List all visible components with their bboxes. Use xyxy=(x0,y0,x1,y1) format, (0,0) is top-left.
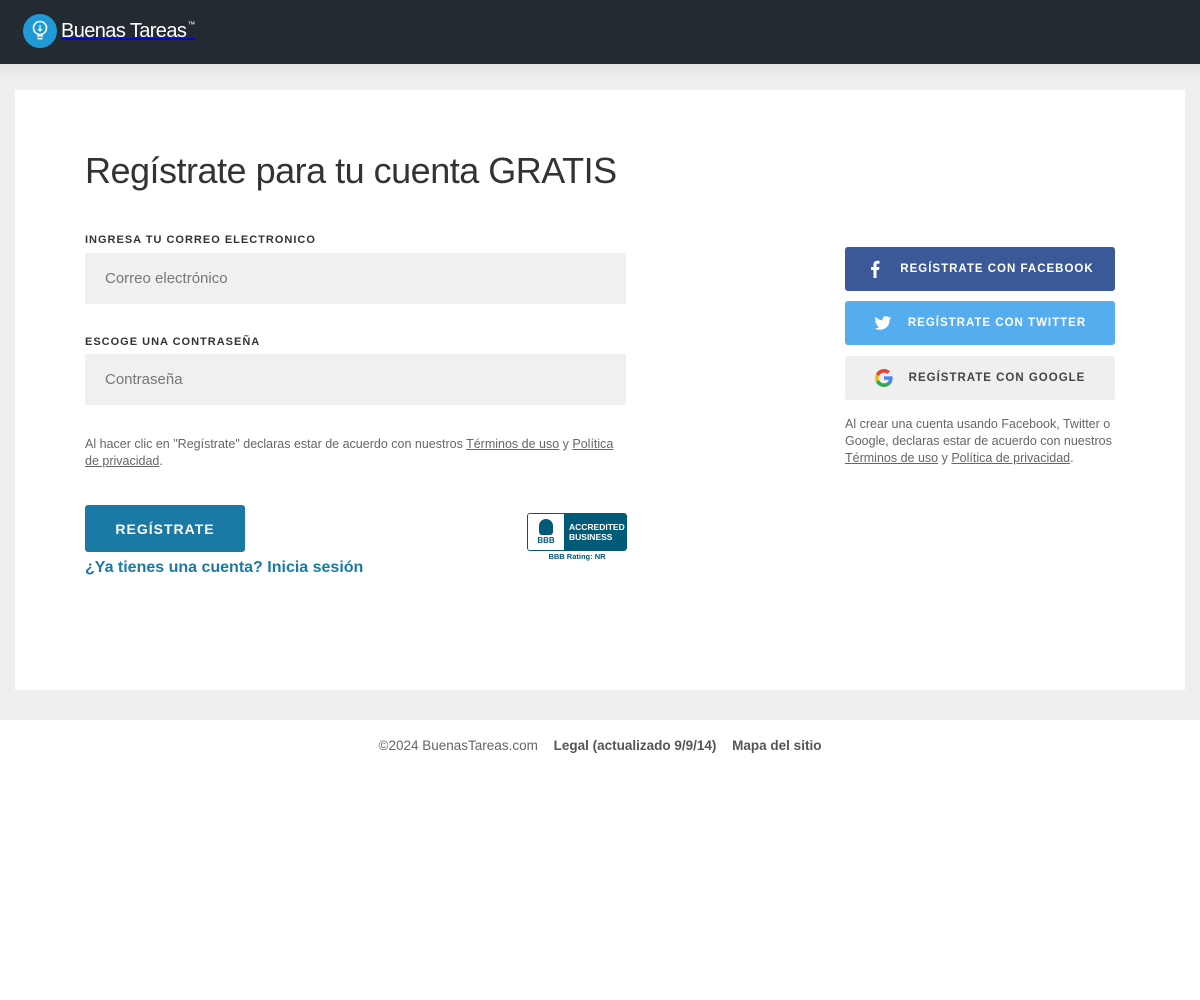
bbb-line-2: BUSINESS xyxy=(569,532,613,542)
email-input[interactable] xyxy=(85,253,626,304)
facebook-signup-label: REGÍSTRATE CON FACEBOOK xyxy=(900,263,1094,275)
social-privacy-policy-link[interactable]: Política de privacidad xyxy=(951,451,1070,465)
social-terms-notice: Al crear una cuenta usando Facebook, Twi… xyxy=(845,416,1120,467)
logo-text: Buenas Tareas™ xyxy=(61,19,195,42)
twitter-signup-label: REGÍSTRATE CON TWITTER xyxy=(907,317,1087,329)
site-logo[interactable]: Buenas Tareas™ xyxy=(23,13,195,49)
bbb-badge[interactable]: BBB ACCREDITED BUSINESS BBB Rating: NR xyxy=(527,513,627,561)
twitter-signup-button[interactable]: REGÍSTRATE CON TWITTER xyxy=(845,301,1115,345)
bbb-rating: BBB Rating: NR xyxy=(548,552,606,561)
bbb-accredited-text: ACCREDITED BUSINESS xyxy=(565,514,626,550)
footer-copyright: ©2024 BuenasTareas.com xyxy=(378,738,538,753)
bbb-torch-icon xyxy=(539,519,553,535)
terms-text: Al hacer clic en "Regístrate" declaras e… xyxy=(85,437,467,451)
social-terms-of-use-link[interactable]: Términos de uso xyxy=(845,451,938,465)
register-button[interactable]: REGÍSTRATE xyxy=(85,505,245,552)
terms-and: y xyxy=(559,437,573,451)
email-label: INGRESA TU CORREO ELECTRONICO xyxy=(85,234,316,246)
facebook-signup-button[interactable]: REGÍSTRATE CON FACEBOOK xyxy=(845,247,1115,291)
google-icon xyxy=(874,369,893,387)
top-bar: Buenas Tareas™ xyxy=(0,0,1200,64)
lightbulb-icon xyxy=(23,14,57,48)
social-terms-suffix: . xyxy=(1070,451,1074,465)
google-signup-button[interactable]: REGÍSTRATE CON GOOGLE xyxy=(845,356,1115,400)
social-terms-and: y xyxy=(938,451,952,465)
social-terms-text: Al crear una cuenta usando Facebook, Twi… xyxy=(845,417,1112,448)
bbb-seal: BBB xyxy=(528,514,565,550)
bbb-letters: BBB xyxy=(537,536,555,545)
password-label: ESCOGE UNA CONTRASEÑA xyxy=(85,336,261,348)
footer-sitemap-link[interactable]: Mapa del sitio xyxy=(732,738,821,753)
login-link[interactable]: ¿Ya tienes una cuenta? Inicia sesión xyxy=(85,559,363,577)
footer-legal-link[interactable]: Legal (actualizado 9/9/14) xyxy=(554,738,717,753)
bbb-line-1: ACCREDITED xyxy=(569,522,625,532)
terms-suffix: . xyxy=(159,454,163,468)
footer: ©2024 BuenasTareas.com Legal (actualizad… xyxy=(0,738,1200,753)
google-signup-label: REGÍSTRATE CON GOOGLE xyxy=(908,372,1086,384)
terms-of-use-link[interactable]: Términos de uso xyxy=(466,437,559,451)
page-title: Regístrate para tu cuenta GRATIS xyxy=(85,150,617,191)
twitter-icon xyxy=(874,314,892,332)
password-input[interactable] xyxy=(85,354,626,405)
header-shadow xyxy=(0,64,1200,78)
terms-notice: Al hacer clic en "Regístrate" declaras e… xyxy=(85,436,630,470)
bbb-badge-box: BBB ACCREDITED BUSINESS xyxy=(527,513,627,551)
facebook-icon xyxy=(866,260,884,278)
